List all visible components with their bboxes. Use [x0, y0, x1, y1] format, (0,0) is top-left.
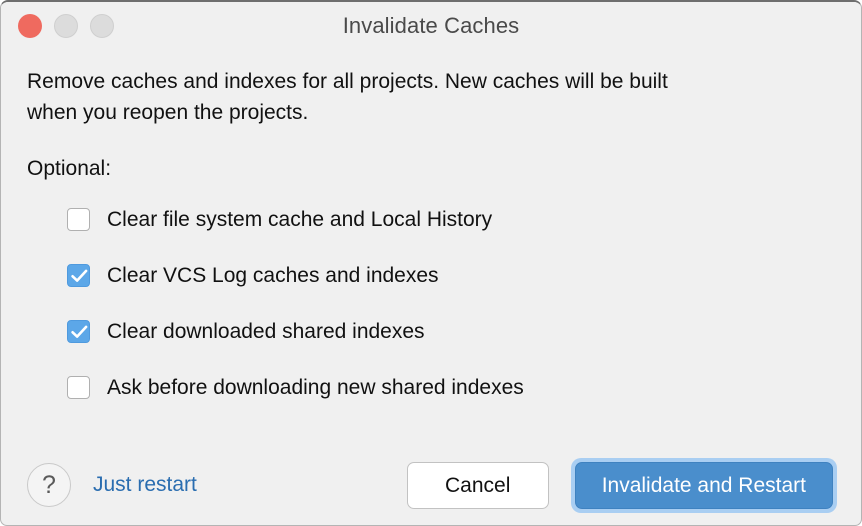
option-row-clear-vcs-log-caches[interactable]: Clear VCS Log caches and indexes: [67, 258, 835, 292]
close-window-button[interactable]: [18, 14, 42, 38]
confirm-button-focus-ring: Invalidate and Restart: [570, 457, 837, 513]
checkmark-icon: [71, 269, 88, 282]
dialog-footer: ? Just restart Cancel Invalidate and Res…: [1, 445, 861, 525]
minimize-window-button[interactable]: [54, 14, 78, 38]
traffic-light-group: [18, 14, 114, 38]
checkbox-clear-downloaded-shared-indexes[interactable]: [67, 319, 90, 343]
option-label: Clear file system cache and Local Histor…: [107, 207, 493, 231]
just-restart-link[interactable]: Just restart: [93, 473, 197, 497]
checkbox-ask-before-downloading[interactable]: [67, 375, 90, 399]
option-label: Clear downloaded shared indexes: [107, 319, 425, 343]
title-bar: Invalidate Caches: [1, 2, 861, 50]
checkbox-clear-vcs-log-caches[interactable]: [67, 263, 90, 287]
option-label: Clear VCS Log caches and indexes: [107, 263, 439, 287]
dialog-content: Remove caches and indexes for all projec…: [1, 50, 861, 445]
option-row-clear-downloaded-shared-indexes[interactable]: Clear downloaded shared indexes: [67, 314, 835, 348]
invalidate-and-restart-button[interactable]: Invalidate and Restart: [574, 461, 833, 509]
page-title: Invalidate Caches: [342, 13, 520, 38]
maximize-window-button[interactable]: [90, 14, 114, 38]
checkmark-icon: [71, 325, 88, 338]
options-list: Clear file system cache and Local Histor…: [27, 202, 835, 404]
checkbox-clear-file-system-cache[interactable]: [67, 207, 90, 231]
description-text: Remove caches and indexes for all projec…: [27, 70, 668, 124]
help-button[interactable]: ?: [27, 463, 71, 507]
option-row-ask-before-downloading[interactable]: Ask before downloading new shared indexe…: [67, 370, 835, 404]
invalidate-caches-dialog: Invalidate Caches Remove caches and inde…: [0, 0, 862, 526]
optional-section-label: Optional:: [27, 157, 112, 180]
cancel-button[interactable]: Cancel: [406, 461, 549, 509]
option-label: Ask before downloading new shared indexe…: [107, 375, 524, 399]
option-row-clear-file-system-cache[interactable]: Clear file system cache and Local Histor…: [67, 202, 835, 236]
